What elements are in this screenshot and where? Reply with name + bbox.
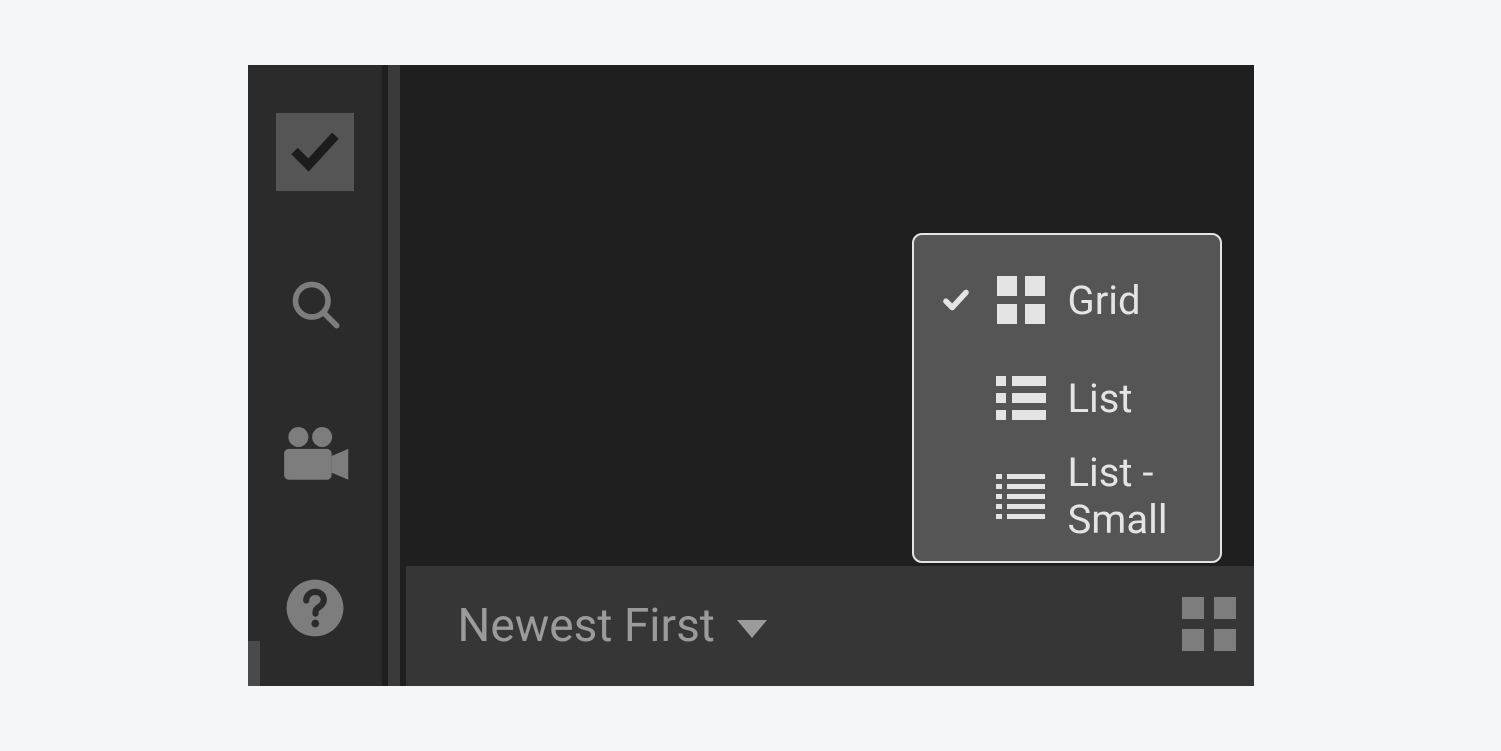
help-icon: [284, 577, 346, 639]
caret-down-icon: [737, 620, 767, 638]
view-option-label: Grid: [1068, 277, 1141, 324]
list-icon: [996, 376, 1046, 420]
grid-icon: [996, 276, 1046, 324]
app-frame: Newest First Grid: [248, 65, 1254, 686]
search-button[interactable]: [276, 265, 354, 343]
check-icon: [289, 126, 341, 178]
sort-order-dropdown[interactable]: Newest First: [458, 599, 767, 653]
view-mode-toggle[interactable]: [1182, 597, 1236, 655]
video-camera-icon: [277, 418, 353, 494]
view-mode-menu: Grid List: [912, 233, 1222, 563]
help-button[interactable]: [276, 569, 354, 647]
panel-divider[interactable]: [388, 65, 400, 686]
grid-icon: [1182, 597, 1236, 651]
search-icon: [289, 278, 341, 330]
video-button[interactable]: [276, 417, 354, 495]
check-button[interactable]: [276, 113, 354, 191]
bottom-bar: Newest First: [406, 566, 1254, 686]
checkmark-icon: [938, 285, 974, 315]
view-option-list[interactable]: List: [914, 349, 1220, 447]
view-option-label: List - Small: [1068, 449, 1220, 543]
sort-order-label: Newest First: [458, 599, 715, 653]
view-option-label: List: [1068, 375, 1133, 422]
toolbar-resize-handle[interactable]: [248, 641, 260, 686]
left-toolbar: [248, 65, 382, 686]
list-small-icon: [996, 474, 1046, 519]
view-option-grid[interactable]: Grid: [914, 251, 1220, 349]
view-option-list-small[interactable]: List - Small: [914, 447, 1220, 545]
